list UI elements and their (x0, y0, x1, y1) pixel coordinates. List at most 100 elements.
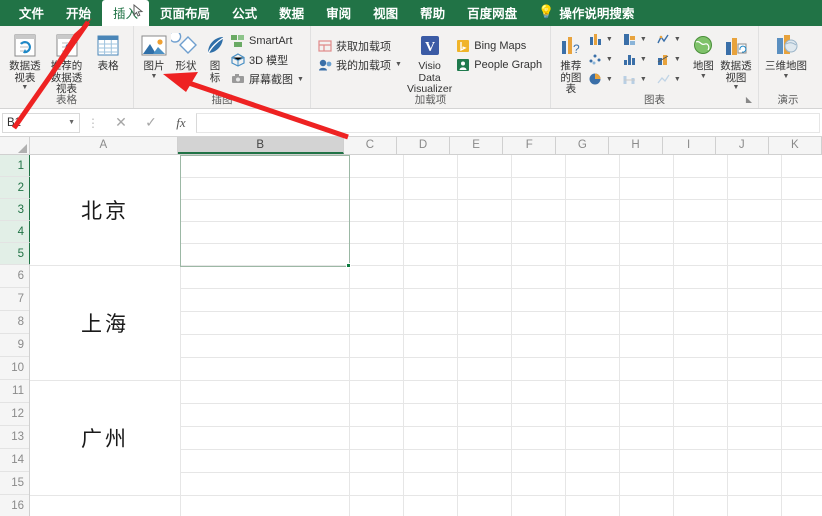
chart-dialog-launcher[interactable]: ◣ (746, 93, 752, 107)
column-header-e[interactable]: E (450, 137, 504, 154)
cell-a1-merged[interactable]: 北京 (30, 155, 180, 265)
row-header-16[interactable]: 16 (0, 495, 29, 516)
waterfall-chart-button[interactable]: ▼ (621, 31, 655, 47)
chevron-down-icon[interactable]: ▼ (21, 84, 28, 91)
chevron-down-icon[interactable]: ▼ (151, 73, 158, 80)
recommended-charts-button[interactable]: ? 推荐的图表 (555, 29, 587, 98)
column-header-k[interactable]: K (768, 137, 822, 154)
recommended-pivot-table-button[interactable]: ? 推荐的数据透视表 (46, 29, 88, 98)
ribbon-group-tables-label: 表格 (56, 94, 77, 106)
chevron-down-icon[interactable]: ▼ (395, 61, 402, 68)
column-header-f[interactable]: F (503, 137, 557, 154)
scatter-chart-button[interactable]: ▼ (587, 51, 621, 67)
chevron-down-icon[interactable]: ▼ (297, 76, 304, 83)
combo-chart-button[interactable]: ▼ (655, 51, 689, 67)
column-chart-button[interactable]: ▼ (587, 31, 621, 47)
hierarchy-chart-button[interactable]: ▼ (621, 51, 655, 67)
cell-a6-merged[interactable]: 上海 (30, 266, 180, 380)
row-header-12[interactable]: 12 (0, 403, 29, 426)
3d-map-button[interactable]: 三维地图 ▼ (763, 29, 809, 82)
tab-baidu-netdisk[interactable]: 百度网盘 (456, 0, 528, 26)
tab-home[interactable]: 开始 (55, 0, 102, 26)
pie-chart-button[interactable]: ▼ (587, 71, 621, 87)
row-header-15[interactable]: 15 (0, 472, 29, 495)
insert-function-button[interactable]: fx (166, 115, 196, 131)
column-header-a[interactable]: A (30, 137, 178, 154)
row-header-7[interactable]: 7 (0, 288, 29, 311)
name-box[interactable]: B1 ▼ (2, 112, 80, 133)
cancel-formula-button[interactable]: ✕ (106, 114, 136, 131)
fill-handle[interactable] (346, 263, 351, 268)
statistic-chart-button[interactable]: ▼ (621, 71, 655, 87)
pivot-table-button[interactable]: 数据透视表 ▼ (4, 29, 46, 93)
cell-a11-merged[interactable]: 广州 (30, 381, 180, 495)
icons-button[interactable]: 图标 (202, 29, 228, 86)
chevron-down-icon[interactable]: ▼ (732, 84, 739, 91)
tab-page-layout[interactable]: 页面布局 (149, 0, 221, 26)
chevron-down-icon[interactable]: ▼ (674, 36, 681, 43)
my-addins-button[interactable]: 我的加载项 ▼ (315, 55, 406, 74)
shapes-button[interactable]: 形状 ▼ (170, 29, 202, 82)
screenshot-button[interactable]: 屏幕截图 ▼ (228, 70, 308, 89)
tab-insert[interactable]: 插入 (102, 0, 150, 26)
get-addins-button[interactable]: 获取加载项 (315, 36, 406, 55)
visio-data-visualizer-button[interactable]: V Visio Data Visualizer (406, 29, 453, 98)
3d-model-button[interactable]: 3D 模型 (228, 51, 308, 70)
tab-help[interactable]: 帮助 (409, 0, 456, 26)
column-header-i[interactable]: I (662, 137, 716, 154)
column-header-b[interactable]: B (177, 137, 344, 154)
pivot-chart-button[interactable]: 数据透视图 ▼ (718, 29, 754, 93)
sparkline-chart-button[interactable]: ▼ (655, 71, 689, 87)
chevron-down-icon[interactable]: ▼ (783, 73, 790, 80)
row-header-10[interactable]: 10 (0, 357, 29, 380)
get-addins-label: 获取加载项 (336, 40, 391, 53)
chevron-down-icon[interactable]: ▼ (674, 56, 681, 63)
people-graph-button[interactable]: People Graph (453, 55, 546, 74)
chevron-down-icon[interactable]: ▼ (606, 56, 613, 63)
chevron-down-icon[interactable]: ▼ (606, 76, 613, 83)
row-header-11[interactable]: 11 (0, 380, 29, 403)
tab-file[interactable]: 文件 (8, 0, 55, 26)
chevron-down-icon[interactable]: ▼ (183, 73, 190, 80)
tab-review[interactable]: 审阅 (315, 0, 362, 26)
active-cell-selection[interactable] (180, 155, 350, 267)
row-header-5[interactable]: 5 (0, 243, 31, 265)
ribbon-group-tables: 数据透视表 ▼ ? 推荐的数据透视表 表格 表格 (0, 26, 134, 108)
tab-view[interactable]: 视图 (362, 0, 409, 26)
column-header-h[interactable]: H (609, 137, 663, 154)
chevron-down-icon[interactable]: ▼ (68, 119, 75, 126)
chevron-down-icon[interactable]: ▼ (640, 56, 647, 63)
formula-input[interactable] (196, 112, 820, 133)
column-header-j[interactable]: J (715, 137, 769, 154)
map-chart-button[interactable]: 地图 ▼ (689, 29, 718, 82)
row-header-4[interactable]: 4 (0, 221, 31, 243)
row-header-13[interactable]: 13 (0, 426, 29, 449)
row-header-2[interactable]: 2 (0, 177, 31, 199)
line-chart-button[interactable]: ▼ (655, 31, 689, 47)
chevron-down-icon[interactable]: ▼ (606, 36, 613, 43)
column-header-g[interactable]: G (556, 137, 610, 154)
row-header-1[interactable]: 1 (0, 155, 31, 177)
column-header-c[interactable]: C (343, 137, 397, 154)
chevron-down-icon[interactable]: ▼ (640, 36, 647, 43)
chevron-down-icon[interactable]: ▼ (674, 76, 681, 83)
row-header-6[interactable]: 6 (0, 265, 29, 288)
chevron-down-icon[interactable]: ▼ (640, 76, 647, 83)
row-header-9[interactable]: 9 (0, 334, 29, 357)
confirm-formula-button[interactable]: ✓ (136, 114, 166, 131)
chevron-down-icon[interactable]: ▼ (700, 73, 707, 80)
row-header-3[interactable]: 3 (0, 199, 31, 221)
bing-maps-button[interactable]: Bing Maps (453, 36, 546, 55)
column-header-d[interactable]: D (396, 137, 451, 154)
cell-area[interactable]: 北京 上海 广州 (30, 155, 822, 516)
select-all-corner[interactable] (0, 137, 30, 154)
tab-formulas[interactable]: 公式 (221, 0, 268, 26)
screenshot-icon (230, 72, 245, 87)
row-header-14[interactable]: 14 (0, 449, 29, 472)
tab-data[interactable]: 数据 (268, 0, 315, 26)
tell-me-search[interactable]: 💡 操作说明搜索 (528, 0, 645, 26)
picture-button[interactable]: 图片 ▼ (138, 29, 170, 82)
table-button[interactable]: 表格 (87, 29, 129, 75)
row-header-8[interactable]: 8 (0, 311, 29, 334)
smartart-button[interactable]: SmartArt (228, 32, 308, 51)
